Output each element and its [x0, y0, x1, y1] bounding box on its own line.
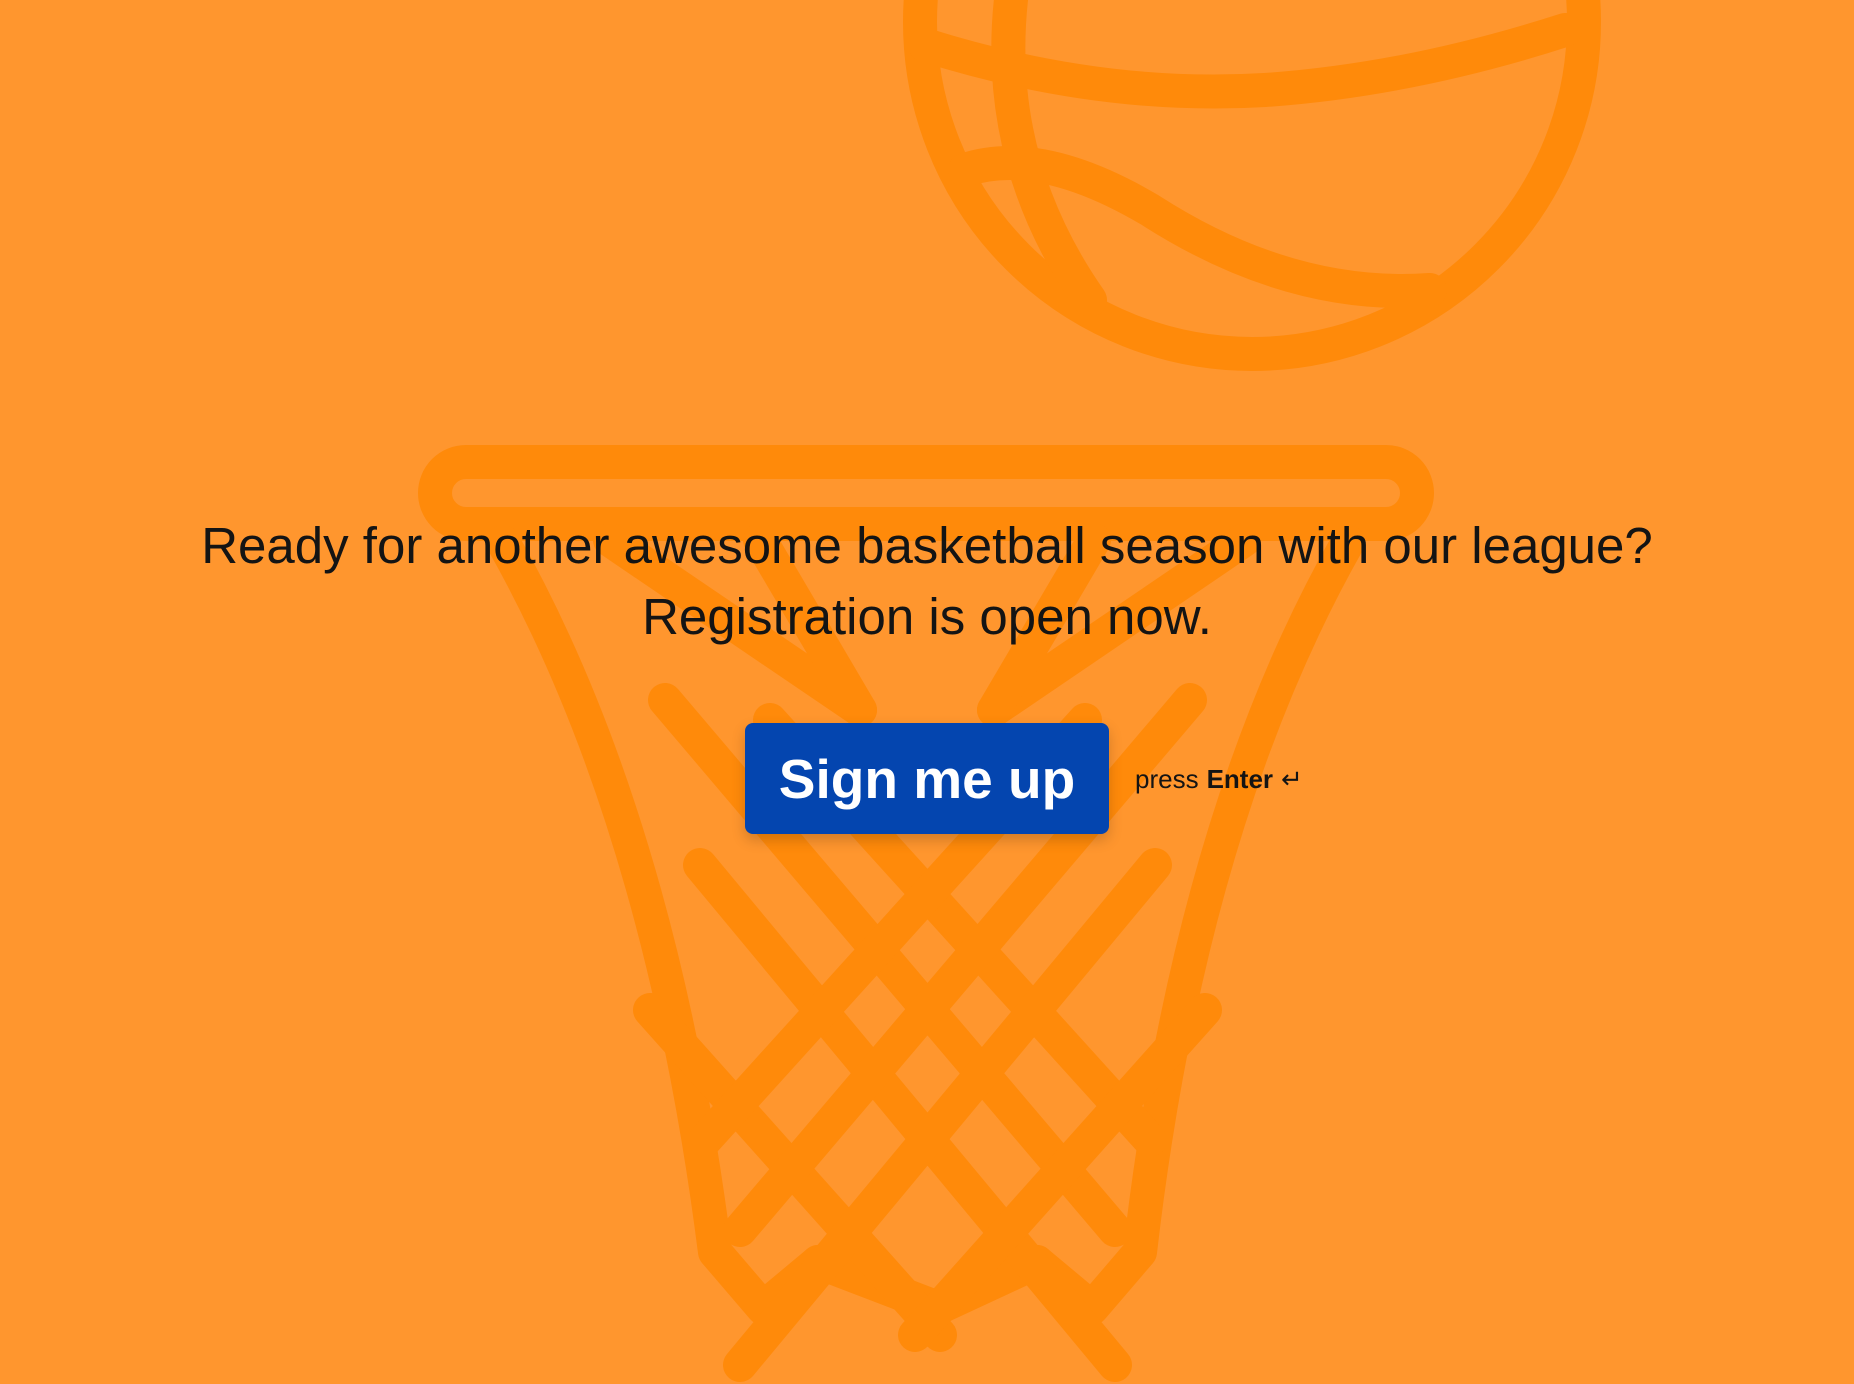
welcome-line-2: Registration is open now. — [642, 588, 1212, 645]
welcome-screen: Ready for another awesome basketball sea… — [0, 0, 1854, 1384]
enter-return-icon: ↵ — [1281, 764, 1303, 794]
sign-me-up-button[interactable]: Sign me up — [745, 723, 1109, 834]
keyboard-hint: press Enter ↵ — [1135, 764, 1303, 795]
hint-key: Enter — [1206, 764, 1274, 794]
welcome-line-1: Ready for another awesome basketball sea… — [201, 517, 1653, 574]
hint-prefix: press — [1135, 764, 1199, 794]
welcome-message: Ready for another awesome basketball sea… — [0, 510, 1854, 652]
